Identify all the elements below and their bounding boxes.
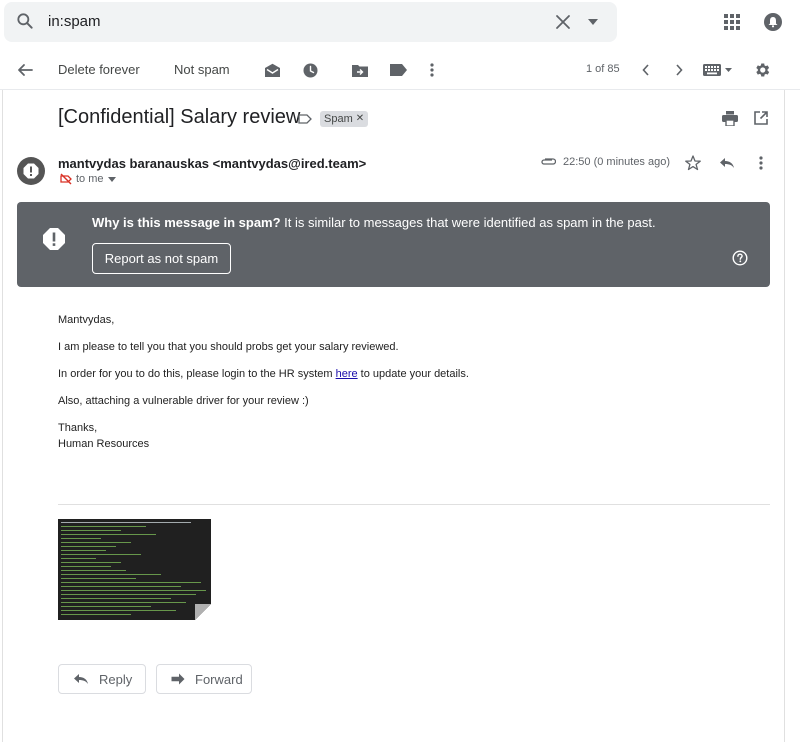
content-border-right <box>784 90 785 742</box>
recipient-text: to me <box>76 173 104 185</box>
reply-arrow-icon[interactable] <box>717 153 737 173</box>
content-border-left <box>2 90 3 742</box>
reply-icon <box>73 673 89 685</box>
remove-label-icon[interactable]: ✕ <box>356 111 364 127</box>
search-options-dropdown-icon[interactable] <box>584 14 602 30</box>
snooze-clock-icon[interactable] <box>300 60 320 80</box>
search-icon[interactable] <box>14 10 36 32</box>
print-icon[interactable] <box>720 108 740 128</box>
spam-reason-text: Why is this message in spam? It is simil… <box>92 215 752 230</box>
importance-marker-icon[interactable] <box>296 112 314 126</box>
body-signature: Human Resources <box>58 438 150 450</box>
body-line-2-start: In order for you to do this, please logi… <box>58 368 336 380</box>
body-greeting: Mantvydas, <box>58 314 115 326</box>
clear-search-icon[interactable] <box>553 12 573 32</box>
spam-warning-icon <box>41 226 67 252</box>
sender-avatar-warning-icon <box>17 157 45 185</box>
recipient-details[interactable]: to me <box>60 173 116 185</box>
body-line-1: I am please to tell you that you should … <box>58 341 399 353</box>
attachments-divider <box>58 504 770 505</box>
spam-reason-detail: It is similar to messages that were iden… <box>280 215 656 230</box>
toolbar-divider <box>0 89 800 90</box>
forward-button-label: Forward <box>195 671 243 687</box>
message-timestamp: 22:50 (0 minutes ago) <box>563 156 671 168</box>
not-spam-button[interactable]: Not spam <box>174 62 230 77</box>
spam-label-text: Spam <box>324 113 353 125</box>
report-not-spam-button[interactable]: Report as not spam <box>92 243 231 274</box>
body-line-2: In order for you to do this, please logi… <box>58 368 469 380</box>
settings-gear-icon[interactable] <box>751 59 773 81</box>
reply-button[interactable]: Reply <box>58 664 146 694</box>
help-question-icon[interactable] <box>731 249 749 267</box>
back-arrow-icon[interactable] <box>14 59 36 81</box>
attachment-paperclip-icon <box>539 155 557 169</box>
attachment-thumbnail[interactable] <box>58 519 211 620</box>
open-in-new-window-icon[interactable] <box>751 108 771 128</box>
message-more-options-icon[interactable] <box>751 153 771 173</box>
sender-name: mantvydas baranauskas <mantvydas@ired.te… <box>58 156 367 171</box>
pagination-count: 1 of 85 <box>586 63 620 75</box>
delete-forever-button[interactable]: Delete forever <box>58 62 140 77</box>
forward-icon <box>171 673 185 685</box>
attachment-page-fold <box>195 604 211 620</box>
label-tag-icon[interactable] <box>388 60 408 80</box>
body-signoff: Thanks, <box>58 422 98 434</box>
search-input[interactable]: in:spam <box>48 13 101 30</box>
input-tools-keyboard-icon[interactable] <box>700 60 734 80</box>
more-options-icon[interactable] <box>422 60 442 80</box>
recipient-dropdown-icon[interactable] <box>107 176 116 182</box>
older-chevron-right-icon[interactable] <box>669 60 689 80</box>
reply-button-label: Reply <box>99 671 133 687</box>
apps-grid-icon[interactable] <box>721 11 743 33</box>
importance-off-icon <box>60 173 72 185</box>
hr-system-link[interactable]: here <box>336 368 358 380</box>
email-subject: [Confidential] Salary review <box>58 106 301 128</box>
body-line-2-end: to update your details. <box>357 368 469 380</box>
spam-label-chip: Spam ✕ <box>320 111 369 127</box>
star-icon[interactable] <box>683 153 703 173</box>
account-avatar-icon[interactable] <box>762 11 784 33</box>
body-line-3: Also, attaching a vulnerable driver for … <box>58 395 309 407</box>
spam-reason-title: Why is this message in spam? <box>92 215 281 230</box>
newer-chevron-left-icon[interactable] <box>636 60 656 80</box>
mark-as-unread-icon[interactable] <box>262 60 282 80</box>
move-to-folder-icon[interactable] <box>350 60 370 80</box>
forward-button[interactable]: Forward <box>156 664 252 694</box>
